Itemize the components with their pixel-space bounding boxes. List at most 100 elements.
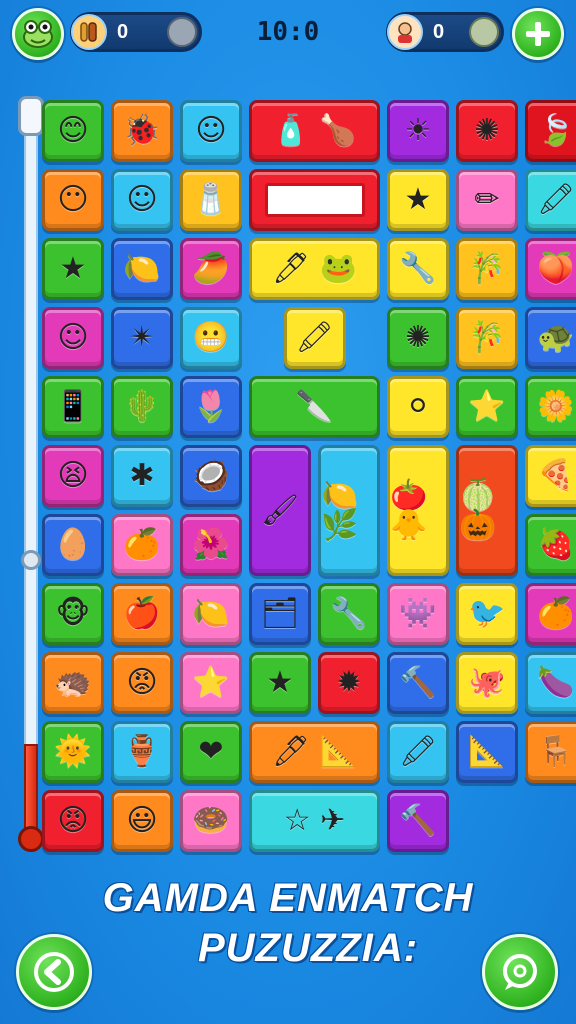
tile-icon: 🖊 📐 [272, 734, 357, 769]
tile[interactable]: 😫 [42, 445, 104, 507]
tile[interactable] [249, 169, 380, 231]
tile[interactable]: 🏺 [111, 721, 173, 783]
tile[interactable]: 🌞 [42, 721, 104, 783]
tile-icon: 🌼 [537, 389, 575, 424]
tile[interactable]: ✴ [111, 307, 173, 369]
tile[interactable]: 🧴 🍗 [249, 100, 380, 162]
progress-bulb [18, 826, 44, 852]
tile[interactable]: 🔨 [387, 790, 449, 852]
tile[interactable]: ★ [42, 238, 104, 300]
chat-hint-icon [503, 954, 537, 990]
tile[interactable]: 🖍 [387, 721, 449, 783]
tile[interactable]: 🍊 [111, 514, 173, 576]
tile[interactable]: 🍕 [525, 445, 576, 507]
tile[interactable]: 🖍 [525, 169, 576, 231]
tile[interactable]: 🪑 [525, 721, 576, 783]
tile[interactable]: 🖍 [283, 307, 346, 369]
tile[interactable]: 🎋 [456, 238, 518, 300]
tile[interactable]: 🍈 🎃 [456, 445, 518, 576]
tile[interactable]: 🐦 [456, 583, 518, 645]
tile[interactable]: 🔨 [387, 652, 449, 714]
tile-icon: 😡 [126, 665, 158, 700]
tile-icon: 🍎 [123, 596, 161, 631]
tile[interactable]: ☆ ✈ [249, 790, 380, 852]
tile-icon: ★ [266, 665, 294, 700]
tile[interactable]: ☺ [111, 169, 173, 231]
tile-icon: ☺ [195, 113, 227, 148]
tile[interactable]: ✱ [111, 445, 173, 507]
tile[interactable]: 🖌 [249, 445, 311, 576]
tile[interactable]: 🖊 🐸 [249, 238, 380, 300]
tile[interactable]: 🍋 🌿 [318, 445, 380, 576]
progress-knob[interactable] [21, 550, 41, 570]
tile-icon: 🍑 [537, 251, 575, 286]
tile[interactable]: 📐 [456, 721, 518, 783]
tile[interactable]: 🐙 [456, 652, 518, 714]
game-title-line1: GAMDA ENMATCH [102, 876, 474, 920]
tile-icon: 🖊 🐸 [272, 251, 357, 286]
tile[interactable]: 🍋 [111, 238, 173, 300]
add-button[interactable] [512, 8, 564, 60]
tile[interactable]: 🍋 [180, 583, 242, 645]
tile-icon: 😡 [57, 803, 89, 838]
tile-icon: 🎋 [468, 320, 506, 355]
tile[interactable]: 🐢 [525, 307, 576, 369]
tile[interactable]: 🍎 [111, 583, 173, 645]
tile[interactable]: ☺ [180, 100, 242, 162]
tile[interactable]: ✏ [456, 169, 518, 231]
tile[interactable]: 😃 [111, 790, 173, 852]
tile[interactable]: 🐵 [42, 583, 104, 645]
tile[interactable]: 🍩 [180, 790, 242, 852]
tile[interactable]: ★ [387, 169, 449, 231]
tile[interactable]: 🌵 [111, 376, 173, 438]
tile[interactable]: ⭐ [180, 652, 242, 714]
tile[interactable]: 🌺 [180, 514, 242, 576]
tile-icon: 🍈 🎃 [459, 477, 497, 543]
tile[interactable]: 😡 [42, 790, 104, 852]
tile[interactable]: 😬 [180, 307, 242, 369]
tile[interactable]: 🔧 [387, 238, 449, 300]
back-button[interactable] [16, 934, 92, 1010]
hint-button[interactable] [482, 934, 558, 1010]
tile[interactable]: 😡 [111, 652, 173, 714]
tile[interactable]: 🌼 [525, 376, 576, 438]
tile-icon: 😃 [126, 803, 158, 838]
opponent-avatar-icon [469, 17, 499, 47]
tile[interactable]: 🎋 [456, 307, 518, 369]
tile[interactable]: 🍅 🐥 [387, 445, 449, 576]
tile[interactable]: ✹ [318, 652, 380, 714]
tile[interactable]: 🧂 [180, 169, 242, 231]
tile[interactable]: 👾 [387, 583, 449, 645]
tile[interactable]: 🐞 [111, 100, 173, 162]
tile[interactable]: 🍊 [525, 583, 576, 645]
tile[interactable]: 😊 [42, 100, 104, 162]
tile-icon: 🐦 [468, 596, 506, 631]
tile[interactable]: 🥭 [180, 238, 242, 300]
tile[interactable]: 🗂 [249, 583, 311, 645]
tile[interactable]: 🔧 [318, 583, 380, 645]
profile-frog-button[interactable] [12, 8, 64, 60]
tile[interactable]: 🌷 [180, 376, 242, 438]
tile[interactable]: 🍓 [525, 514, 576, 576]
tile[interactable]: 🥚 [42, 514, 104, 576]
tile[interactable]: 🥥 [180, 445, 242, 507]
tile[interactable]: 📱 [42, 376, 104, 438]
tile[interactable]: 🍆 [525, 652, 576, 714]
tile[interactable]: ☀ [387, 100, 449, 162]
tile[interactable]: ★ [249, 652, 311, 714]
tile[interactable]: ❤ [180, 721, 242, 783]
tile[interactable]: 😶 [42, 169, 104, 231]
progress-top-cap [18, 96, 44, 136]
tile[interactable]: 🍑 [525, 238, 576, 300]
tile[interactable]: ✺ [456, 100, 518, 162]
tile[interactable]: ☺ [42, 307, 104, 369]
tile-icon: 🪑 [537, 734, 575, 769]
tile[interactable]: 🍃 [525, 100, 576, 162]
tile[interactable]: 🦔 [42, 652, 104, 714]
tile[interactable]: ⚪ [387, 376, 449, 438]
tile-icon: 🍋 [123, 251, 161, 286]
tile[interactable]: 🔪 [249, 376, 380, 438]
tile[interactable]: ✺ [387, 307, 449, 369]
tile[interactable]: ⭐ [456, 376, 518, 438]
tile[interactable]: 🖊 📐 [249, 721, 380, 783]
